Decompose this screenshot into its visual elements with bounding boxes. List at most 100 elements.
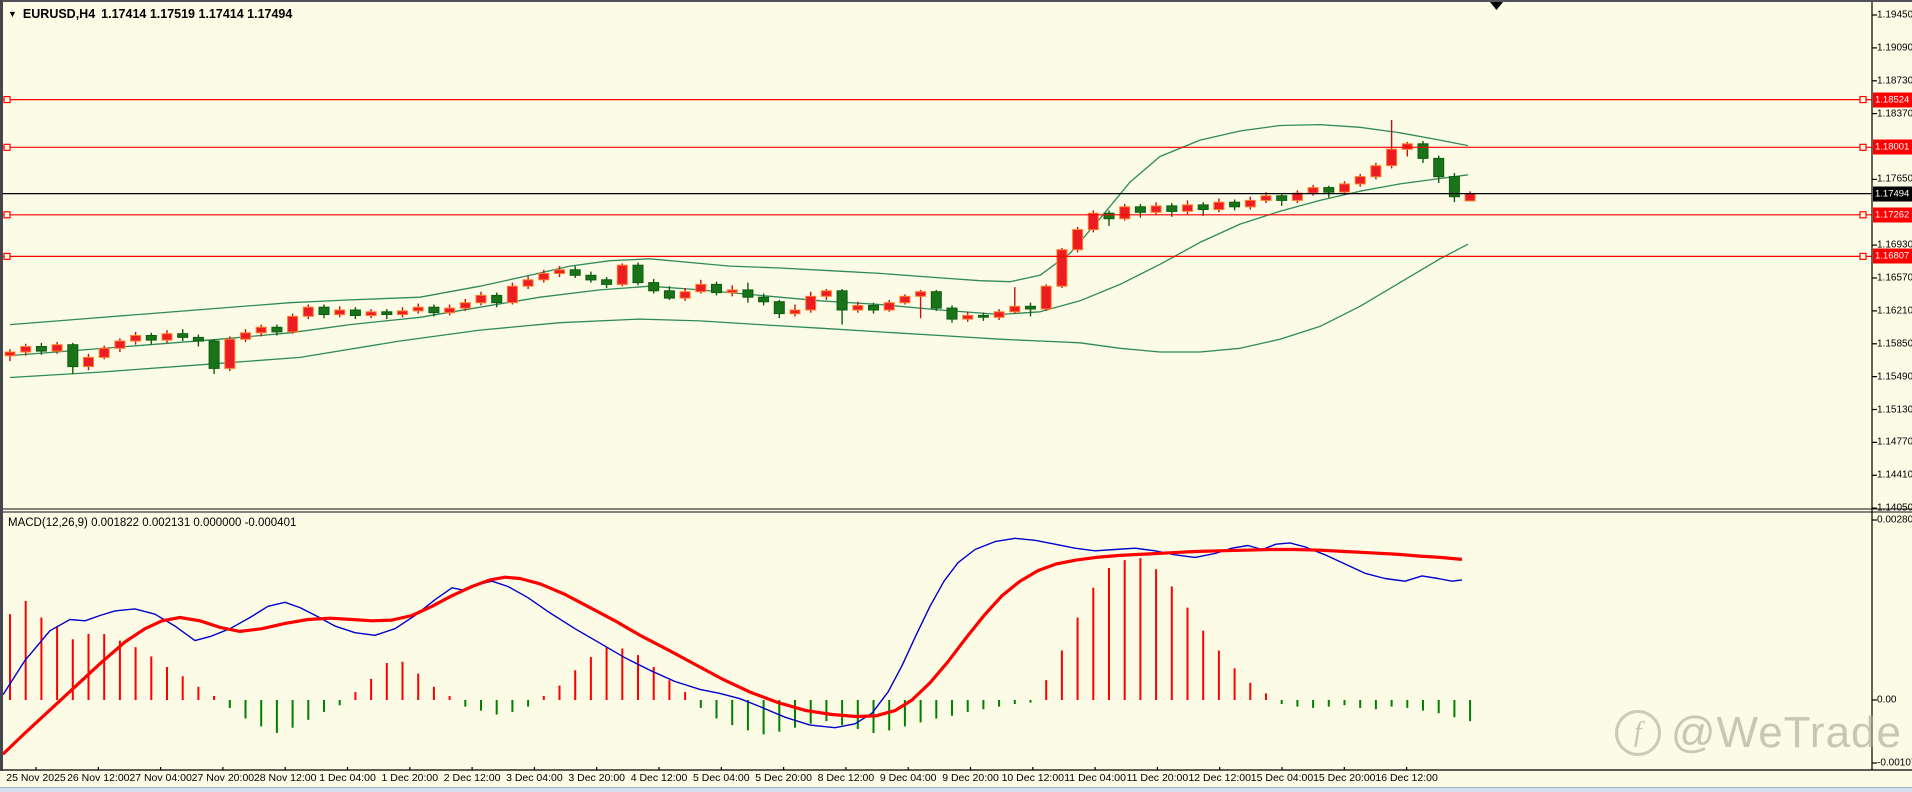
time-axis-label: 1 Dec 20:00 <box>381 772 439 784</box>
macd-main-line <box>2 537 1463 729</box>
time-axis-label: 4 Dec 12:00 <box>630 772 688 784</box>
time-axis-label: 15 Dec 04:00 <box>1250 772 1314 784</box>
price-axis-label: 1.15490 <box>1877 371 1912 383</box>
candle-body <box>1197 204 1209 210</box>
candle-body <box>177 333 189 338</box>
candle-body <box>83 356 94 367</box>
candle-body <box>522 279 534 287</box>
candle-body <box>475 294 487 304</box>
candle-body <box>35 346 47 352</box>
macd-axis-zero: 0.00 <box>1877 694 1897 706</box>
candle-body <box>868 304 879 311</box>
candle-body <box>365 311 377 316</box>
candle-body <box>4 351 16 357</box>
price-axis-label: 1.17650 <box>1877 173 1912 185</box>
symbol-period-label: EURUSD,H4 <box>22 7 96 21</box>
candle-body <box>930 291 942 309</box>
candle-body <box>349 309 361 316</box>
candle-body <box>318 306 330 316</box>
candle-body <box>287 315 299 333</box>
price-axis-label: 1.16570 <box>1877 272 1912 284</box>
current-price-tag: 1.17494 <box>1873 186 1912 202</box>
candle-body <box>1417 143 1429 159</box>
candle-body <box>946 307 958 320</box>
chart-canvas[interactable] <box>0 0 1912 792</box>
level-line-handle <box>3 95 11 104</box>
candle-body <box>145 335 157 341</box>
ohlc-values-label: 1.17414 1.17519 1.17414 1.17494 <box>101 7 293 21</box>
price-axis-label: 1.19450 <box>1877 9 1912 21</box>
time-axis-label: 3 Dec 04:00 <box>506 772 563 784</box>
candle-body <box>208 340 220 369</box>
time-axis-label: 2 Dec 12:00 <box>443 772 501 784</box>
candle-body <box>428 306 440 314</box>
time-axis-label: 12 Dec 12:00 <box>1188 772 1251 784</box>
time-axis-label: 5 Dec 20:00 <box>755 772 812 784</box>
price-level-tag: 1.16807 <box>1873 248 1912 264</box>
candle-body <box>773 301 785 315</box>
price-axis-label: 1.15130 <box>1877 404 1912 415</box>
price-axis-label: 1.18370 <box>1877 108 1912 120</box>
mt4-chart-window: ▼ EURUSD,H4 1.17414 1.17519 1.17414 1.17… <box>0 0 1912 792</box>
window-bottom-strip <box>0 787 1912 792</box>
candle-body <box>977 314 989 318</box>
candle-body <box>805 295 817 311</box>
candle-body <box>726 289 738 294</box>
time-axis-label: 11 Dec 20:00 <box>1126 772 1189 784</box>
candle-body <box>1134 206 1146 213</box>
level-line-handle <box>3 143 11 151</box>
candle-body <box>836 290 848 311</box>
candle-body <box>255 326 267 334</box>
candle-body <box>1072 229 1084 251</box>
candle-body <box>459 302 471 309</box>
time-axis-label: 27 Nov 04:00 <box>129 772 192 784</box>
time-axis-label: 5 Dec 04:00 <box>692 772 750 784</box>
candle-body <box>302 306 314 317</box>
time-axis-label: 16 Dec 12:00 <box>1375 772 1438 784</box>
candle-body <box>742 289 754 298</box>
level-line-handle <box>3 211 11 219</box>
time-axis-label: 27 Nov 20:00 <box>191 772 255 784</box>
candle-body <box>648 282 660 292</box>
candle-body <box>1401 143 1413 150</box>
candle-body <box>601 279 613 285</box>
price-axis-label: 1.18730 <box>1877 75 1912 87</box>
candle-body <box>130 335 142 342</box>
candle-body <box>1040 285 1052 310</box>
candle-body <box>51 344 63 352</box>
candle-body <box>789 309 801 315</box>
candle-body <box>506 285 518 304</box>
candle-body <box>1354 176 1366 185</box>
candle-body <box>1260 195 1272 201</box>
candle-body <box>1433 157 1445 178</box>
level-line-handle <box>1859 143 1867 151</box>
time-axis-label: 15 Dec 20:00 <box>1313 772 1376 784</box>
candle-body <box>1182 204 1193 212</box>
bollinger-upper-band <box>9 123 1469 326</box>
level-line-handle <box>1859 252 1867 260</box>
price-axis-label: 1.15850 <box>1877 338 1912 350</box>
candle-body <box>585 274 597 281</box>
candle-body <box>695 283 707 293</box>
symbol-dropdown-icon[interactable]: ▼ <box>8 9 17 19</box>
time-axis-label: 3 Dec 20:00 <box>568 772 625 784</box>
candle-body <box>1386 148 1398 167</box>
macd-axis-max: 0.002802 <box>1877 514 1912 526</box>
price-axis-label: 1.14770 <box>1877 436 1912 448</box>
price-level-tag: 1.18524 <box>1873 92 1912 108</box>
candle-body <box>883 302 895 311</box>
candle-body <box>569 269 581 276</box>
macd-indicator-label: MACD(12,26,9) 0.001822 0.002131 0.000000… <box>8 517 297 529</box>
candle-body <box>632 264 644 284</box>
candle-body <box>1056 249 1068 287</box>
level-line-handle <box>1859 211 1867 219</box>
time-axis-label: 10 Dec 12:00 <box>1001 772 1065 784</box>
time-axis-label: 8 Dec 12:00 <box>817 772 875 784</box>
candle-body <box>711 283 722 294</box>
window-left-border <box>0 0 3 771</box>
candle-body <box>1150 205 1162 213</box>
candle-body <box>962 314 974 320</box>
candle-body <box>491 294 503 304</box>
candle-body <box>1323 187 1335 193</box>
candle-body <box>20 346 32 353</box>
